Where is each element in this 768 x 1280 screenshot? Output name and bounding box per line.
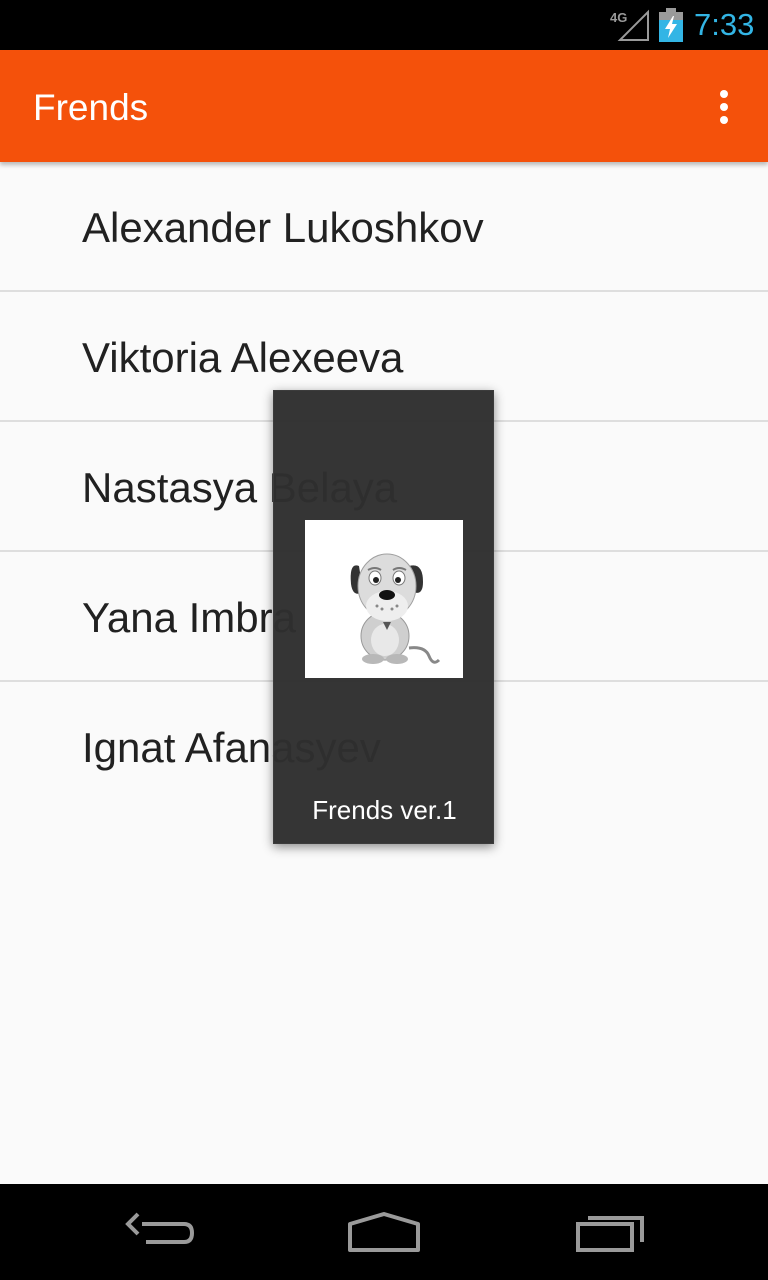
friend-name: Viktoria Alexeeva: [82, 334, 404, 381]
app-title: Frends: [33, 87, 149, 128]
home-icon[interactable]: [346, 1202, 422, 1262]
toast-caption: Frends ver.1: [312, 795, 457, 825]
toast-popup: Frends ver.1: [273, 390, 494, 844]
navigation-bar: [0, 1184, 768, 1280]
signal-icon: 4G: [610, 9, 649, 41]
overflow-menu-icon[interactable]: [706, 80, 742, 136]
action-bar: Frends: [0, 50, 768, 162]
network-label: 4G: [610, 10, 627, 25]
battery-charging-icon: [659, 8, 683, 42]
recents-icon[interactable]: [574, 1202, 646, 1262]
toast-image: [305, 520, 463, 678]
list-item[interactable]: Alexander Lukoshkov: [0, 162, 768, 292]
back-icon[interactable]: [124, 1202, 194, 1262]
status-bar: 4G 7:33: [0, 0, 768, 50]
status-time: 7:33: [694, 7, 755, 42]
friend-name: Yana Imbra: [82, 594, 296, 641]
dog-icon: [350, 553, 441, 664]
friend-name: Alexander Lukoshkov: [82, 204, 484, 251]
